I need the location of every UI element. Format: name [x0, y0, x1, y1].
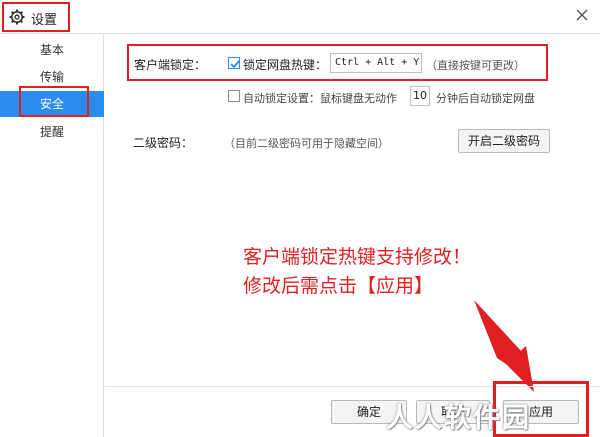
- hotkey-checkbox-label: 锁定网盘热键：: [243, 58, 328, 72]
- window-title: 设置: [31, 13, 58, 28]
- check-icon: [230, 60, 240, 69]
- client-lock-label: 客户端锁定：: [134, 58, 207, 72]
- watermark: 人人软件园: [386, 403, 531, 434]
- auto-lock-checkbox[interactable]: [228, 90, 240, 102]
- title-bar: 设置: [0, 0, 600, 34]
- gear-icon: [9, 9, 25, 25]
- second-password-label: 二级密码：: [133, 136, 194, 150]
- auto-lock-suffix: 分钟后自动锁定网盘: [436, 92, 535, 105]
- auto-lock-label: 自动锁定设置：鼠标键盘无动作: [243, 92, 397, 105]
- close-icon[interactable]: [570, 3, 594, 27]
- hotkey-input[interactable]: Ctrl + Alt + Y: [330, 53, 422, 73]
- annotation-line-1: 客户端锁定热键支持修改！: [243, 246, 472, 268]
- hotkey-hint: （直接按键可更改）: [426, 59, 525, 72]
- sidebar-highlight-box: [19, 86, 89, 117]
- enable-second-password-button[interactable]: 开启二级密码: [458, 129, 550, 153]
- sidebar-item-basic[interactable]: 基本: [0, 37, 104, 63]
- annotation-line-2: 修改后需点击【应用】: [243, 275, 434, 297]
- second-password-hint: （目前二级密码可用于隐藏空间）: [224, 137, 389, 150]
- auto-lock-minutes-input[interactable]: 10: [410, 86, 430, 106]
- sidebar-item-reminder[interactable]: 提醒: [0, 119, 104, 145]
- hotkey-checkbox[interactable]: [228, 57, 240, 69]
